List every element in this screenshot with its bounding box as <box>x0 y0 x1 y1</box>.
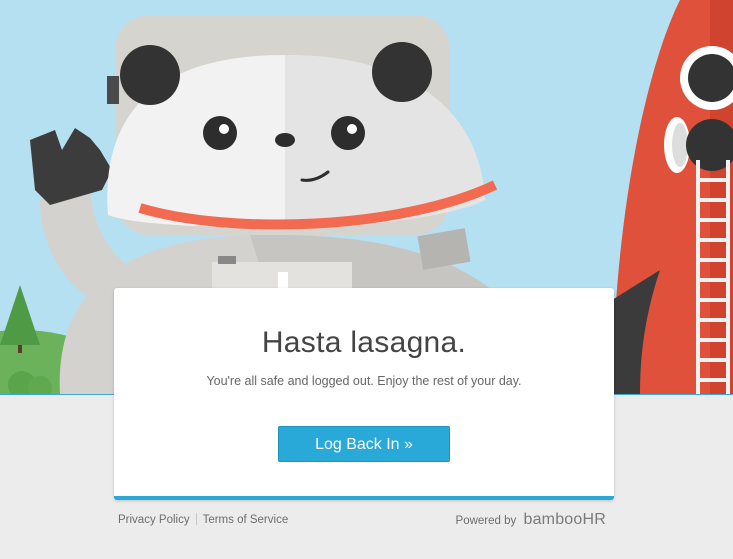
terms-of-service-link[interactable]: Terms of Service <box>203 514 289 526</box>
logout-card: Hasta lasagna. You're all safe and logge… <box>114 288 614 500</box>
powered-by: Powered by bambooHR <box>456 511 606 529</box>
logout-heading: Hasta lasagna. <box>261 326 467 359</box>
bamboohr-logo[interactable]: bambooHR <box>523 511 606 528</box>
powered-by-label: Powered by <box>455 515 517 527</box>
logout-message: You're all safe and logged out. Enjoy th… <box>206 374 522 388</box>
tree-icon <box>0 285 40 345</box>
footer: Privacy Policy Terms of Service Powered b… <box>118 511 610 531</box>
privacy-policy-link[interactable]: Privacy Policy <box>118 514 190 526</box>
log-back-in-button[interactable]: Log Back In » <box>278 426 450 462</box>
footer-divider <box>195 513 197 525</box>
glove-icon <box>30 128 112 205</box>
